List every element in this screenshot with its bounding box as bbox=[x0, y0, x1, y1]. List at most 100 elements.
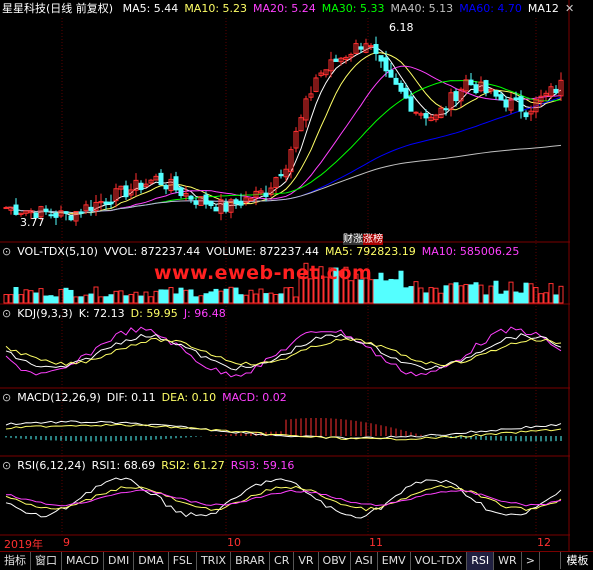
volume-bar bbox=[8, 294, 14, 304]
volume-bar bbox=[493, 280, 499, 304]
candle-body bbox=[88, 206, 94, 211]
legend-value: D: 59.95 bbox=[130, 307, 178, 320]
kdj-panel-header: ⊙ KDJ(9,3,3) K: 72.13 D: 59.95 J: 96.48 bbox=[2, 306, 238, 322]
volume-bar bbox=[523, 282, 529, 304]
volume-bar bbox=[83, 294, 89, 304]
legend-value: RSI3: 59.16 bbox=[230, 459, 295, 472]
macd-legend: DIF: 0.11 DEA: 0.10 MACD: 0.02 bbox=[107, 391, 293, 404]
chevron-down-icon[interactable]: ⊙ bbox=[2, 307, 11, 320]
ma-legend: MA5: 5.44 MA10: 5.23 MA20: 5.24 MA30: 5.33 M… bbox=[123, 2, 565, 15]
volume-bar bbox=[383, 280, 389, 304]
candle-body bbox=[388, 69, 394, 78]
candle-body bbox=[178, 187, 184, 197]
volume-bar bbox=[153, 290, 159, 304]
candle-body bbox=[368, 45, 374, 48]
volume-bar bbox=[198, 295, 204, 304]
tab-wr[interactable]: WR bbox=[494, 552, 522, 570]
tab-dma[interactable]: DMA bbox=[134, 552, 169, 570]
legend-value: MA5: 792823.19 bbox=[325, 245, 416, 258]
tab-cr[interactable]: CR bbox=[270, 552, 295, 570]
volume-bar bbox=[248, 289, 254, 304]
legend-value: RSI2: 61.27 bbox=[161, 459, 225, 472]
candle-body bbox=[263, 192, 269, 197]
volume-bar bbox=[38, 288, 44, 304]
candle-body bbox=[108, 201, 114, 205]
volume-bar bbox=[498, 293, 504, 304]
chevron-down-icon[interactable]: ⊙ bbox=[2, 245, 11, 258]
tab-list: 指标 窗口 MACD DMI DMA FSL TRIX BRAR CR VR OBV ASI EMV VO… bbox=[0, 552, 540, 570]
volume-bar bbox=[528, 283, 534, 304]
tab--[interactable]: 窗口 bbox=[31, 552, 62, 570]
ma-line bbox=[5, 96, 562, 214]
tab-brar[interactable]: BRAR bbox=[231, 552, 271, 570]
candle-body bbox=[443, 108, 449, 111]
tab-emv[interactable]: EMV bbox=[378, 552, 411, 570]
volume-bar bbox=[193, 296, 199, 304]
low-price-label: 3.77 bbox=[20, 216, 45, 229]
candle-body bbox=[158, 172, 164, 186]
volume-bar bbox=[503, 290, 509, 304]
volume-bar bbox=[223, 288, 229, 304]
vol-panel-header: ⊙ VOL-TDX(5,10) VVOL: 872237.44 VOLUME: 872… bbox=[2, 244, 531, 260]
candle-body bbox=[43, 208, 49, 213]
volume-bar bbox=[183, 289, 189, 304]
candle-body bbox=[13, 204, 19, 215]
legend-value: DIF: 0.11 bbox=[106, 391, 156, 404]
volume-bar bbox=[98, 296, 104, 304]
volume-bar bbox=[73, 296, 79, 304]
volume-bar bbox=[433, 287, 439, 304]
template-button[interactable]: 模板 bbox=[560, 552, 593, 569]
tab-trix[interactable]: TRIX bbox=[197, 552, 232, 570]
candle-body bbox=[523, 112, 529, 118]
volume-bar bbox=[63, 287, 69, 304]
tab-vr[interactable]: VR bbox=[294, 552, 319, 570]
tab-vol-tdx[interactable]: VOL-TDX bbox=[411, 552, 468, 570]
macd-title: MACD(12,26,9) bbox=[17, 391, 101, 404]
legend-value: MA12 bbox=[527, 2, 559, 15]
macd-dif-line bbox=[5, 420, 562, 440]
volume-bar bbox=[168, 287, 174, 304]
tab--[interactable]: > bbox=[522, 552, 540, 570]
volume-bar bbox=[53, 296, 59, 304]
volume-bar bbox=[148, 296, 154, 304]
volume-bar bbox=[293, 296, 299, 304]
candle-body bbox=[493, 90, 499, 97]
volume-bar bbox=[163, 289, 169, 304]
tab-rsi[interactable]: RSI bbox=[467, 552, 495, 570]
candle-body bbox=[53, 212, 59, 218]
close-icon[interactable]: ✕ bbox=[565, 2, 574, 15]
kdj-j-line bbox=[5, 326, 562, 378]
tab-asi[interactable]: ASI bbox=[351, 552, 378, 570]
candle-body bbox=[68, 215, 74, 221]
tab-macd[interactable]: MACD bbox=[62, 552, 104, 570]
legend-value: MA30: 5.33 bbox=[321, 2, 385, 15]
legend-value: MA20: 5.24 bbox=[253, 2, 316, 15]
volume-bar bbox=[143, 291, 149, 304]
tab--[interactable]: 指标 bbox=[0, 552, 31, 570]
date-label: 10 bbox=[227, 536, 241, 549]
tab-dmi[interactable]: DMI bbox=[104, 552, 135, 570]
volume-bar bbox=[558, 285, 564, 304]
volume-bar bbox=[78, 296, 84, 304]
candle-body bbox=[3, 207, 9, 210]
volume-bar bbox=[483, 294, 489, 304]
volume-bar bbox=[463, 283, 469, 304]
volume-bar bbox=[423, 292, 429, 304]
candle-body bbox=[123, 185, 129, 198]
candle-body bbox=[188, 195, 194, 200]
tab-obv[interactable]: OBV bbox=[319, 552, 351, 570]
tab-fsl[interactable]: FSL bbox=[169, 552, 197, 570]
legend-value: MACD: 0.02 bbox=[222, 391, 287, 404]
volume-bar bbox=[458, 285, 464, 304]
vol-legend: VVOL: 872237.44 VOLUME: 872237.44 MA5: 792… bbox=[104, 245, 526, 258]
candle-body bbox=[238, 200, 244, 206]
volume-bar bbox=[413, 281, 419, 304]
candle-body bbox=[103, 201, 109, 205]
chevron-down-icon[interactable]: ⊙ bbox=[2, 391, 11, 404]
rsi-title: RSI(6,12,24) bbox=[17, 459, 86, 472]
ma-line bbox=[5, 144, 562, 214]
candle-body bbox=[423, 113, 429, 119]
volume-bar bbox=[508, 281, 514, 304]
volume-bar bbox=[113, 290, 119, 304]
chevron-down-icon[interactable]: ⊙ bbox=[2, 459, 11, 472]
